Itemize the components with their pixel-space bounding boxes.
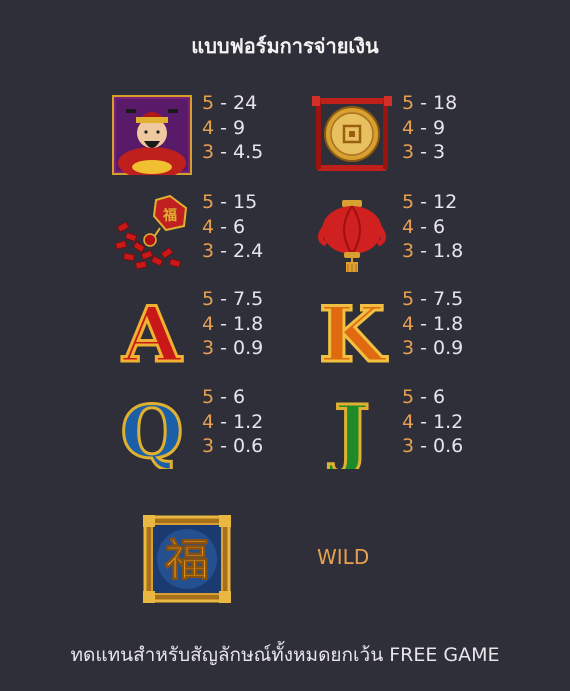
pay-values: 5 - 12 4 - 6 3 - 1.8 [402,191,464,262]
fu-wild-icon: 福 [143,515,231,603]
red-lantern-icon [318,200,386,272]
pay-values: 5 - 6 4 - 1.2 3 - 0.6 [402,386,464,457]
gold-coin-gong-icon [312,96,392,171]
svg-text:Q: Q [121,389,184,469]
svg-text:J: J [328,389,370,469]
wild-description: ทดแทนสำหรับสัญลักษณ์ทั้งหมดยกเว้น FREE G… [70,644,500,666]
svg-text:福: 福 [162,207,177,224]
paytable-entry-lantern: 5 - 12 4 - 6 3 - 1.8 [312,191,552,274]
letter-q-icon: Q [119,389,185,469]
caishen-god-icon [112,95,192,175]
paytable-entry-j: J 5 - 6 4 - 1.2 3 - 0.6 [312,386,552,469]
svg-text:福: 福 [164,535,209,586]
wild-label: WILD [317,545,370,569]
pay-values: 5 - 18 4 - 9 3 - 3 [402,92,458,163]
firecracker-icon: 福 [114,194,188,270]
pay-values: 5 - 7.5 4 - 1.8 3 - 0.9 [202,288,264,359]
letter-k-icon: K [317,291,389,371]
pay-values: 5 - 6 4 - 1.2 3 - 0.6 [202,386,264,457]
letter-a-icon: A [120,291,184,371]
svg-text:A: A [122,291,183,371]
pay-values: 5 - 7.5 4 - 1.8 3 - 0.9 [402,288,464,359]
pay-values: 5 - 24 4 - 9 3 - 4.5 [202,92,264,163]
paytable-entry-k: K 5 - 7.5 4 - 1.8 3 - 0.9 [312,288,552,371]
pay-values: 5 - 15 4 - 6 3 - 2.4 [202,191,264,262]
paytable-entry-coin: 5 - 18 4 - 9 3 - 3 [312,92,552,175]
letter-j-icon: J [327,389,372,469]
paytable-title: แบบฟอร์มการจ่ายเงิน [191,34,379,58]
svg-text:K: K [319,291,388,371]
